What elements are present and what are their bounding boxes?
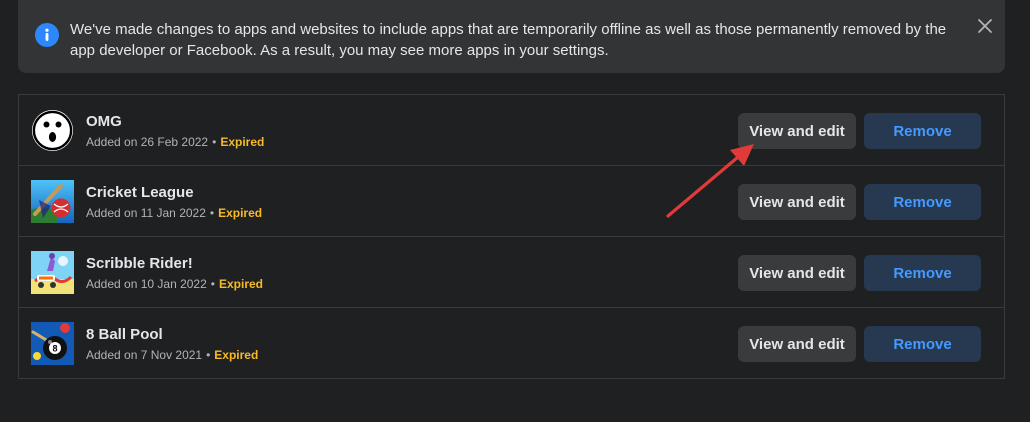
app-row-omg: OMG Added on 26 Feb 2022 • Expired View an…	[19, 95, 1004, 166]
remove-button[interactable]: Remove	[864, 184, 981, 220]
status-badge: Expired	[218, 277, 263, 291]
app-name: OMG	[86, 113, 122, 130]
info-notice-banner: We've made changes to apps and websites …	[18, 0, 1005, 73]
status-badge: Expired	[218, 206, 263, 220]
app-meta: Added on 7 Nov 2021 • Expired	[86, 347, 258, 363]
separator-dot: •	[212, 135, 217, 149]
added-date: Added on 11 Jan 2022	[86, 206, 206, 220]
connected-apps-page: We've made changes to apps and websites …	[0, 0, 1030, 422]
view-and-edit-button[interactable]: View and edit	[738, 326, 856, 362]
status-badge: Expired	[220, 135, 265, 149]
notice-text: We've made changes to apps and websites …	[70, 21, 947, 59]
added-date: Added on 26 Feb 2022	[86, 135, 209, 149]
app-name: Cricket League	[86, 184, 194, 201]
omg-face-icon	[31, 109, 74, 152]
scribble-rider-icon	[31, 251, 74, 294]
svg-text:8: 8	[52, 344, 57, 354]
app-meta: Added on 10 Jan 2022 • Expired	[86, 276, 263, 292]
app-meta: Added on 26 Feb 2022 • Expired	[86, 134, 264, 150]
app-name: Scribble Rider!	[86, 255, 193, 272]
status-badge: Expired	[214, 348, 259, 362]
8-ball-pool-icon: 8	[31, 322, 74, 365]
app-row-8-ball-pool: 8 8 Ball Pool Added on 7 Nov 2021 • Expire…	[19, 308, 1004, 379]
app-row-cricket-league: Cricket League Added on 11 Jan 2022 • Expi…	[19, 166, 1004, 237]
info-icon	[35, 23, 59, 47]
remove-button[interactable]: Remove	[864, 326, 981, 362]
cricket-league-icon	[31, 180, 74, 223]
added-date: Added on 7 Nov 2021	[86, 348, 203, 362]
remove-button[interactable]: Remove	[864, 255, 981, 291]
separator-dot: •	[209, 206, 215, 220]
view-and-edit-button[interactable]: View and edit	[738, 255, 856, 291]
separator-dot: •	[210, 277, 215, 291]
app-meta: Added on 11 Jan 2022 • Expired	[86, 205, 262, 221]
apps-list: OMG Added on 26 Feb 2022 • Expired View an…	[18, 94, 1005, 379]
remove-button[interactable]: Remove	[864, 113, 981, 149]
view-and-edit-button[interactable]: View and edit	[738, 184, 856, 220]
app-row-scribble-rider: Scribble Rider! Added on 10 Jan 2022 • Exp…	[19, 237, 1004, 308]
app-name: 8 Ball Pool	[86, 326, 163, 343]
close-icon[interactable]	[977, 18, 993, 34]
separator-dot: •	[206, 348, 211, 362]
view-and-edit-button[interactable]: View and edit	[738, 113, 856, 149]
added-date: Added on 10 Jan 2022	[86, 277, 207, 291]
